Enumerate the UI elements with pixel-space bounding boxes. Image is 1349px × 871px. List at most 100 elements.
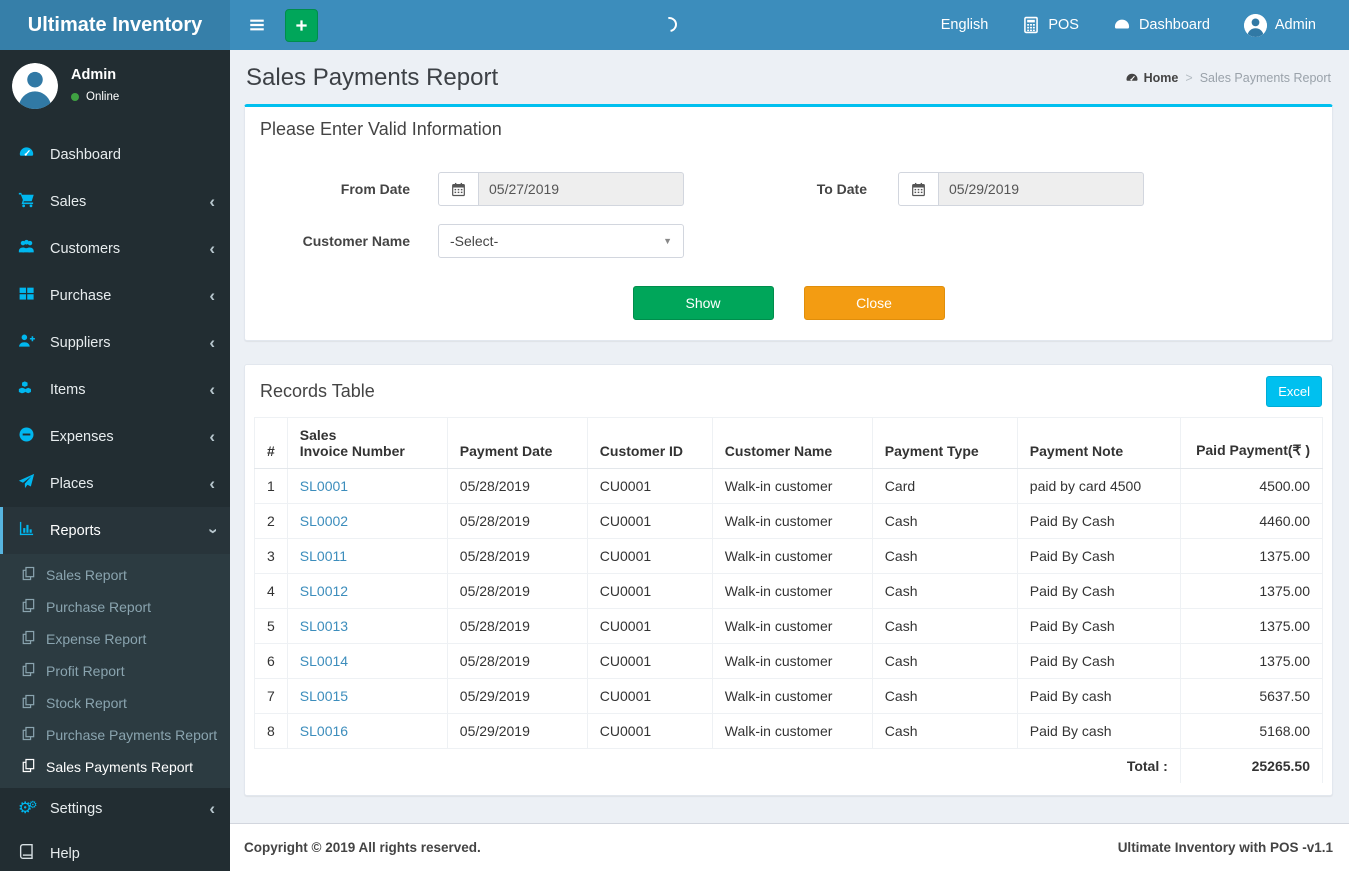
invoice-link[interactable]: SL0015 <box>300 688 348 704</box>
sidebar-item-dashboard[interactable]: Dashboard <box>0 131 230 178</box>
chevron-left-icon: ‹ <box>209 799 215 818</box>
breadcrumb: Home > Sales Payments Report <box>1125 71 1331 85</box>
sidebar-item-settings[interactable]: ⚙ ⚙ Settings ‹ <box>0 788 230 830</box>
submenu-item-purchase-payments-report[interactable]: Purchase Payments Report <box>0 719 230 751</box>
gauge-icon <box>18 144 35 161</box>
table-total-row: Total : 25265.50 <box>254 748 1324 783</box>
to-date-input[interactable] <box>939 172 1144 206</box>
sidebar-item-items[interactable]: Items ‹ <box>0 366 230 413</box>
brand-logo[interactable]: Ultimate Inventory <box>0 0 230 50</box>
table-header-row: # Sales Invoice Number Payment Date Custome… <box>254 417 1324 469</box>
sidebar-toggle-button[interactable] <box>230 0 281 50</box>
column-header: Sales Invoice Number <box>286 417 448 469</box>
navbar-item-english[interactable]: English <box>924 0 1006 50</box>
cell-payment-type: Cash <box>871 678 1018 714</box>
chevron-left-icon: ‹ <box>209 473 215 493</box>
home-gauge-icon <box>1125 71 1139 85</box>
calendar-addon[interactable] <box>438 172 479 206</box>
user-status: Online <box>71 91 119 103</box>
excel-export-button[interactable]: Excel <box>1266 376 1322 407</box>
cell-payment-note: Paid By Cash <box>1016 538 1181 574</box>
user-name: Admin <box>71 67 117 83</box>
records-table: # Sales Invoice Number Payment Date Custome… <box>254 417 1324 783</box>
submenu-item-stock-report[interactable]: Stock Report <box>0 687 230 719</box>
invoice-link[interactable]: SL0001 <box>300 478 348 494</box>
table-row: 2 SL0002 05/28/2019 CU0001 Walk-in customer C… <box>254 503 1324 539</box>
breadcrumb-separator: > <box>1185 71 1193 85</box>
cell-payment-note: paid by card 4500 <box>1016 468 1181 504</box>
to-date-group <box>898 172 1144 206</box>
navbar-item-pos[interactable]: POS <box>1005 0 1096 50</box>
cell-number: 7 <box>254 678 288 714</box>
page-title: Sales Payments Report <box>246 64 499 91</box>
sidebar-item-places[interactable]: Places ‹ <box>0 460 230 507</box>
close-button[interactable]: Close <box>803 286 945 320</box>
total-amount: 25265.50 <box>1179 748 1324 783</box>
sidebar-item-reports[interactable]: Reports ‹ <box>0 507 230 554</box>
navbar-item-dashboard[interactable]: Dashboard <box>1096 0 1227 50</box>
submenu-item-profit-report[interactable]: Profit Report <box>0 655 230 687</box>
submenu-item-sales-payments-report[interactable]: Sales Payments Report <box>0 751 230 783</box>
cell-customer-id: CU0001 <box>586 713 713 749</box>
invoice-link[interactable]: SL0012 <box>300 583 348 599</box>
cell-payment-note: Paid By Cash <box>1016 503 1181 539</box>
main-footer: Copyright © 2019 All rights reserved. Ul… <box>230 823 1349 871</box>
cell-customer-name: Walk-in customer <box>711 608 873 644</box>
sidebar: Admin Online Dashboard Sales ‹ Customers ‹ Pu… <box>0 50 230 871</box>
submenu-item-purchase-report[interactable]: Purchase Report <box>0 591 230 623</box>
invoice-link[interactable]: SL0013 <box>300 618 348 634</box>
copy-icon <box>21 630 36 645</box>
cell-customer-name: Walk-in customer <box>711 573 873 609</box>
from-date-input[interactable] <box>479 172 684 206</box>
customer-name-select[interactable]: -Select- ▼ <box>438 224 684 258</box>
customer-name-label: Customer Name <box>302 233 410 249</box>
sidebar-item-sales[interactable]: Sales ‹ <box>0 178 230 225</box>
navbar-menu: English POS Dashboard Admin <box>924 0 1349 50</box>
cell-invoice: SL0013 <box>286 608 448 644</box>
cell-payment-type: Cash <box>871 608 1018 644</box>
cell-payment-date: 05/29/2019 <box>446 713 588 749</box>
cell-number: 4 <box>254 573 288 609</box>
plus-icon <box>294 18 309 33</box>
content-wrapper: Sales Payments Report Home > Sales Payme… <box>230 50 1349 823</box>
invoice-link[interactable]: SL0002 <box>300 513 348 529</box>
sidebar-item-expenses[interactable]: Expenses ‹ <box>0 413 230 460</box>
cell-customer-id: CU0001 <box>586 643 713 679</box>
paper-plane-icon <box>18 473 35 490</box>
sidebar-item-help[interactable]: Help <box>0 830 230 871</box>
sidebar-item-purchase[interactable]: Purchase ‹ <box>0 272 230 319</box>
cell-payment-date: 05/28/2019 <box>446 468 588 504</box>
cell-customer-id: CU0001 <box>586 503 713 539</box>
cell-payment-date: 05/28/2019 <box>446 643 588 679</box>
cell-customer-name: Walk-in customer <box>711 643 873 679</box>
cell-paid-payment: 4500.00 <box>1179 468 1324 504</box>
column-header: Customer ID <box>586 417 713 469</box>
cell-invoice: SL0012 <box>286 573 448 609</box>
user-plus-icon <box>18 332 35 349</box>
sidebar-item-suppliers[interactable]: Suppliers ‹ <box>0 319 230 366</box>
show-button[interactable]: Show <box>632 286 774 320</box>
calendar-icon <box>451 182 466 197</box>
calendar-icon <box>911 182 926 197</box>
version-text: Ultimate Inventory with POS -v1.1 <box>1117 840 1333 855</box>
from-date-label: From Date <box>340 181 410 197</box>
cell-payment-type: Cash <box>871 573 1018 609</box>
submenu-item-sales-report[interactable]: Sales Report <box>0 559 230 591</box>
selected-value: -Select- <box>450 233 499 249</box>
calendar-addon[interactable] <box>898 172 939 206</box>
breadcrumb-home-link[interactable]: Home <box>1125 71 1178 85</box>
cell-payment-date: 05/28/2019 <box>446 608 588 644</box>
invoice-link[interactable]: SL0014 <box>300 653 348 669</box>
table-row: 1 SL0001 05/28/2019 CU0001 Walk-in customer C… <box>254 468 1324 504</box>
filter-panel-heading: Please Enter Valid Information <box>260 119 502 139</box>
sidebar-item-customers[interactable]: Customers ‹ <box>0 225 230 272</box>
cell-paid-payment: 1375.00 <box>1179 573 1324 609</box>
invoice-link[interactable]: SL0011 <box>300 548 347 564</box>
invoice-link[interactable]: SL0016 <box>300 723 348 739</box>
submenu-item-expense-report[interactable]: Expense Report <box>0 623 230 655</box>
navbar-item-admin[interactable]: Admin <box>1227 0 1333 50</box>
quick-add-button[interactable] <box>285 8 318 42</box>
cell-payment-type: Cash <box>871 503 1018 539</box>
cell-number: 8 <box>254 713 288 749</box>
cart-icon <box>18 191 35 208</box>
